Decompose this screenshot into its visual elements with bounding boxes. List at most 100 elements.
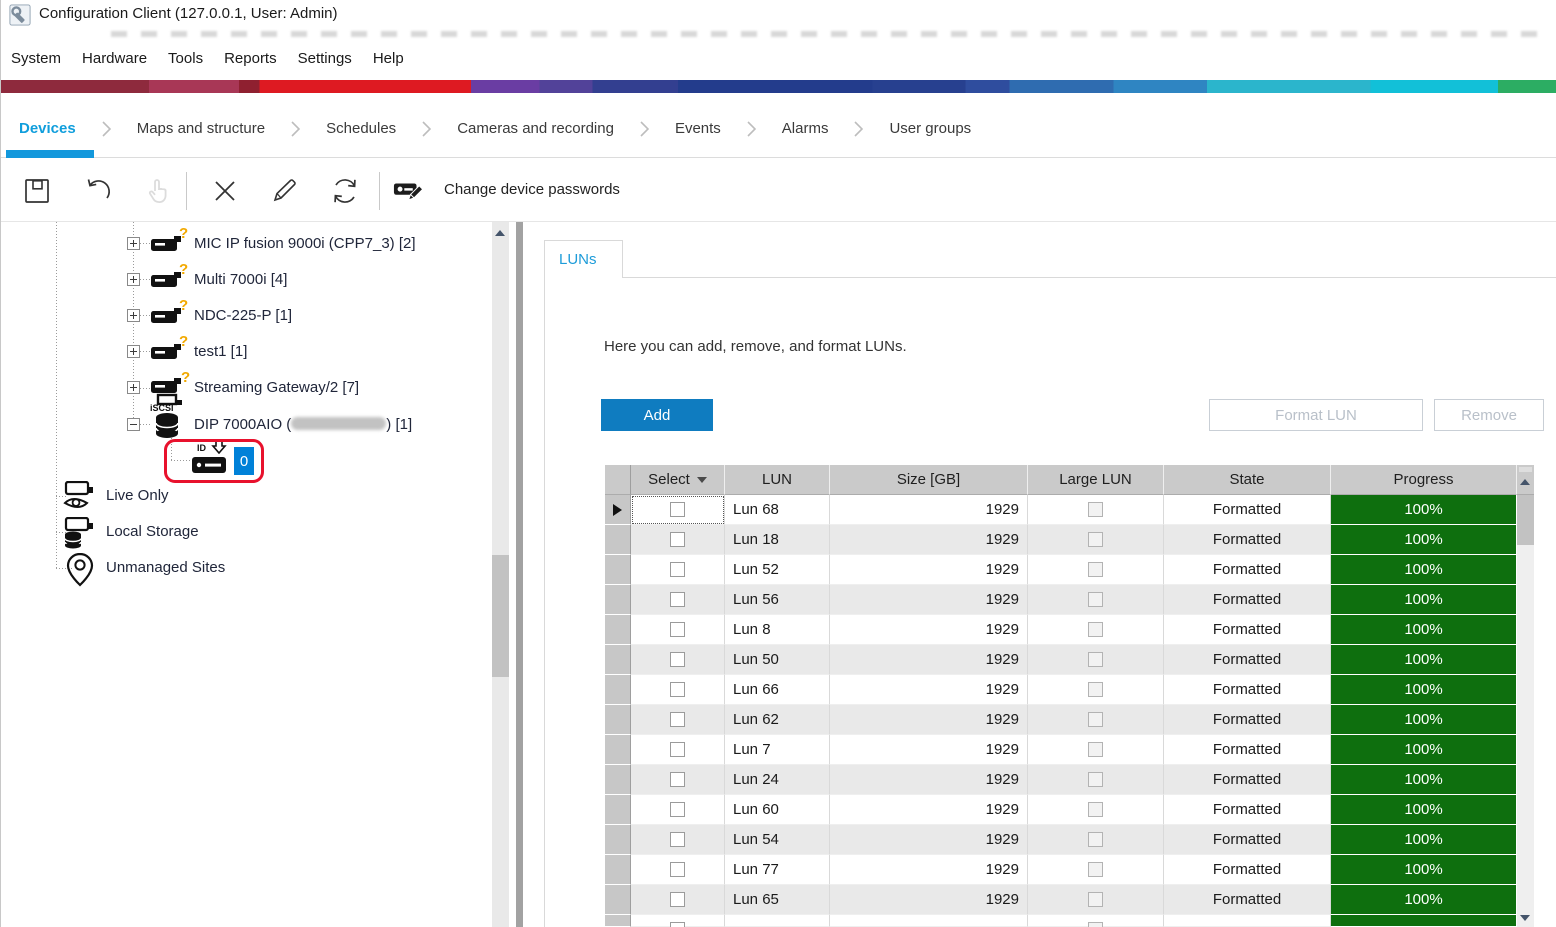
- menu-help[interactable]: Help: [373, 50, 404, 67]
- nav-tab-maps-and-structure[interactable]: Maps and structure: [137, 120, 265, 137]
- row-header-cell[interactable]: [605, 645, 631, 675]
- tree-item-multi-7000i[interactable]: Multi 7000i [4]: [194, 271, 287, 288]
- select-cell[interactable]: [631, 555, 725, 585]
- select-checkbox[interactable]: [670, 592, 685, 607]
- large-lun-checkbox[interactable]: [1088, 892, 1103, 907]
- remove-button[interactable]: Remove: [1434, 399, 1544, 431]
- large-lun-cell[interactable]: [1028, 555, 1164, 585]
- filter-dropdown-icon[interactable]: [697, 477, 707, 483]
- tree-item-dip-7000aio[interactable]: DIP 7000AIO () [1]: [194, 416, 412, 433]
- activate-button[interactable]: [141, 175, 173, 207]
- table-row[interactable]: Lun 81929Formatted100%: [605, 615, 1534, 645]
- state-cell[interactable]: [1164, 915, 1331, 927]
- large-lun-checkbox[interactable]: [1088, 652, 1103, 667]
- panel-splitter[interactable]: [516, 222, 523, 927]
- lun-cell[interactable]: Lun 60: [725, 795, 830, 825]
- select-checkbox[interactable]: [670, 562, 685, 577]
- row-header-cell[interactable]: [605, 795, 631, 825]
- table-row[interactable]: Lun 501929Formatted100%: [605, 645, 1534, 675]
- select-cell[interactable]: [631, 495, 725, 525]
- select-cell[interactable]: [631, 885, 725, 915]
- large-lun-cell[interactable]: [1028, 495, 1164, 525]
- lun-cell[interactable]: Lun 50: [725, 645, 830, 675]
- state-cell[interactable]: Formatted: [1164, 855, 1331, 885]
- menu-reports[interactable]: Reports: [224, 50, 277, 67]
- table-row[interactable]: Lun 181929Formatted100%: [605, 525, 1534, 555]
- nav-tab-schedules[interactable]: Schedules: [326, 120, 396, 137]
- large-lun-checkbox[interactable]: [1088, 772, 1103, 787]
- tree-item-test1[interactable]: test1 [1]: [194, 343, 247, 360]
- tree-scrollbar[interactable]: [492, 222, 509, 927]
- tree-item-ndc-225-p[interactable]: NDC-225-P [1]: [194, 307, 292, 324]
- size-cell[interactable]: 1929: [830, 705, 1028, 735]
- select-cell[interactable]: [631, 735, 725, 765]
- size-cell[interactable]: 1929: [830, 855, 1028, 885]
- lun-cell[interactable]: Lun 8: [725, 615, 830, 645]
- format-lun-button[interactable]: Format LUN: [1209, 399, 1423, 431]
- large-lun-checkbox[interactable]: [1088, 502, 1103, 517]
- large-lun-cell[interactable]: [1028, 675, 1164, 705]
- scroll-up-arrow-icon[interactable]: [1520, 479, 1530, 485]
- select-checkbox[interactable]: [670, 622, 685, 637]
- tree-scrollbar-thumb[interactable]: [492, 555, 509, 677]
- large-lun-cell[interactable]: [1028, 885, 1164, 915]
- large-lun-cell[interactable]: [1028, 645, 1164, 675]
- lun-cell[interactable]: Lun 65: [725, 885, 830, 915]
- change-passwords-button[interactable]: [393, 175, 425, 207]
- menu-settings[interactable]: Settings: [298, 50, 352, 67]
- nav-tab-user-groups[interactable]: User groups: [889, 120, 971, 137]
- large-lun-checkbox[interactable]: [1088, 832, 1103, 847]
- large-lun-checkbox[interactable]: [1088, 862, 1103, 877]
- tree-item-mic-ip-fusion[interactable]: MIC IP fusion 9000i (CPP7_3) [2]: [194, 235, 416, 252]
- select-checkbox[interactable]: [670, 922, 685, 927]
- refresh-button[interactable]: [329, 175, 361, 207]
- size-cell[interactable]: 1929: [830, 735, 1028, 765]
- large-lun-cell[interactable]: [1028, 705, 1164, 735]
- tree-item-streaming-gateway[interactable]: Streaming Gateway/2 [7]: [194, 379, 359, 396]
- table-row[interactable]: Lun 681929Formatted100%: [605, 495, 1534, 525]
- select-cell[interactable]: [631, 915, 725, 927]
- row-header-cell[interactable]: [605, 555, 631, 585]
- table-scrollbar[interactable]: [1517, 495, 1534, 927]
- tree-item-live-only[interactable]: Live Only: [106, 487, 169, 504]
- large-lun-cell[interactable]: [1028, 615, 1164, 645]
- column-header-select[interactable]: Select: [631, 465, 725, 495]
- lun-cell[interactable]: Lun 62: [725, 705, 830, 735]
- save-button[interactable]: [21, 175, 53, 207]
- size-cell[interactable]: 1929: [830, 555, 1028, 585]
- lun-cell[interactable]: Lun 7: [725, 735, 830, 765]
- expand-plus-box[interactable]: [127, 273, 140, 286]
- state-cell[interactable]: Formatted: [1164, 885, 1331, 915]
- state-cell[interactable]: Formatted: [1164, 795, 1331, 825]
- large-lun-cell[interactable]: [1028, 795, 1164, 825]
- large-lun-checkbox[interactable]: [1088, 682, 1103, 697]
- size-cell[interactable]: 1929: [830, 585, 1028, 615]
- tab-luns[interactable]: LUNs: [544, 240, 623, 278]
- select-checkbox[interactable]: [670, 652, 685, 667]
- large-lun-checkbox[interactable]: [1088, 742, 1103, 757]
- tree-item-lun-node-selected[interactable]: 0: [234, 447, 254, 475]
- select-cell[interactable]: [631, 645, 725, 675]
- row-header-cell[interactable]: [605, 825, 631, 855]
- large-lun-checkbox[interactable]: [1088, 712, 1103, 727]
- table-row[interactable]: Lun 541929Formatted100%: [605, 825, 1534, 855]
- table-row[interactable]: Lun 771929Formatted100%: [605, 855, 1534, 885]
- expand-plus-box[interactable]: [127, 237, 140, 250]
- table-row[interactable]: Lun 601929Formatted100%: [605, 795, 1534, 825]
- row-header-cell[interactable]: [605, 525, 631, 555]
- state-cell[interactable]: Formatted: [1164, 705, 1331, 735]
- row-header-cell[interactable]: [605, 615, 631, 645]
- select-cell[interactable]: [631, 525, 725, 555]
- column-header-state[interactable]: State: [1164, 465, 1331, 495]
- lun-cell[interactable]: Lun 66: [725, 675, 830, 705]
- large-lun-checkbox[interactable]: [1088, 532, 1103, 547]
- row-header-cell[interactable]: [605, 915, 631, 927]
- state-cell[interactable]: Formatted: [1164, 615, 1331, 645]
- select-checkbox[interactable]: [670, 532, 685, 547]
- table-row[interactable]: Lun 661929Formatted100%: [605, 675, 1534, 705]
- lun-cell[interactable]: Lun 54: [725, 825, 830, 855]
- lun-cell[interactable]: Lun 18: [725, 525, 830, 555]
- add-button[interactable]: Add: [601, 399, 713, 431]
- large-lun-checkbox[interactable]: [1088, 592, 1103, 607]
- state-cell[interactable]: Formatted: [1164, 765, 1331, 795]
